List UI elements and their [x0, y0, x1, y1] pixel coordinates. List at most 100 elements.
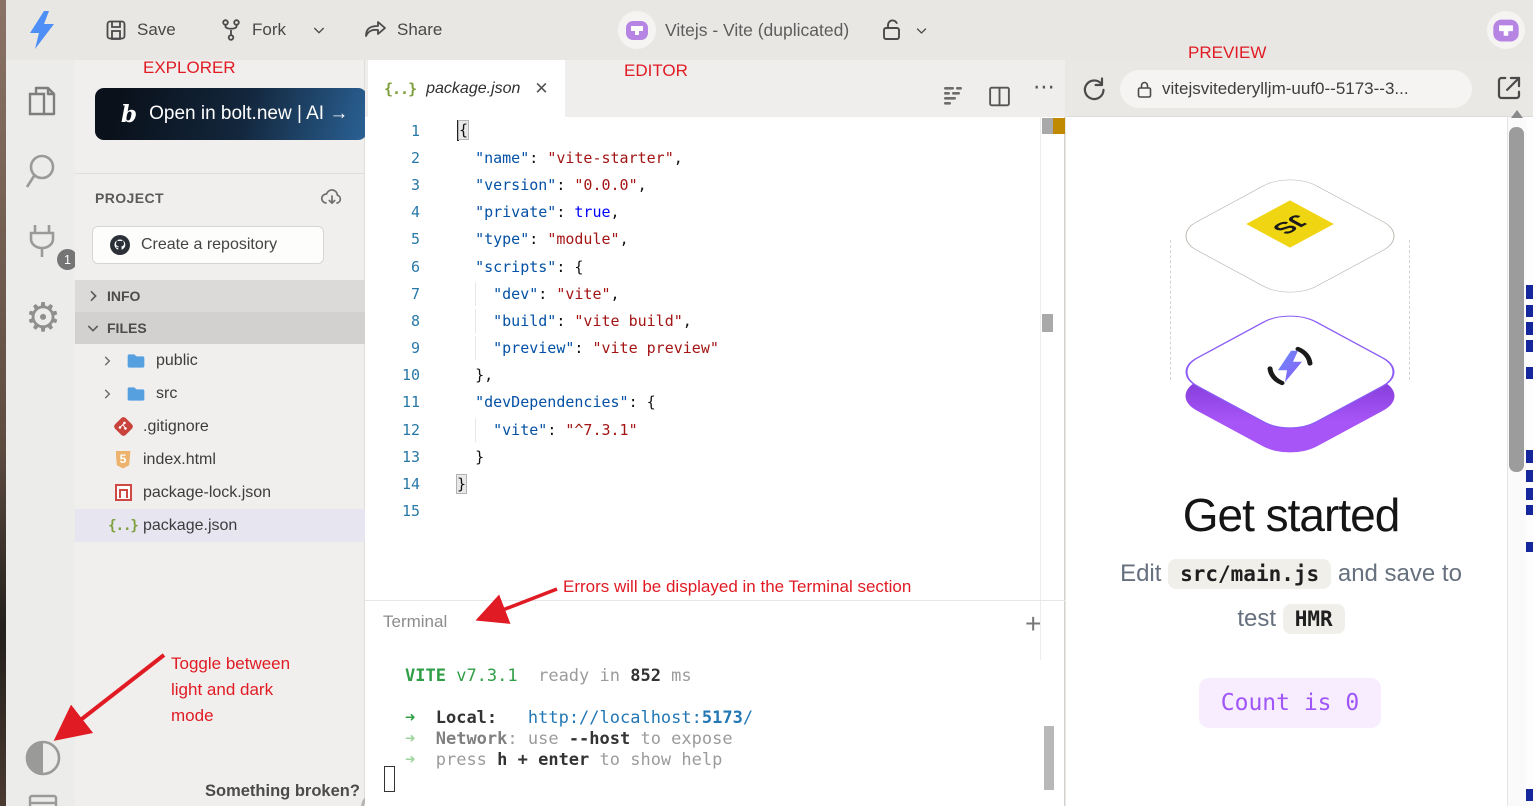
- count-button[interactable]: Count is 0: [1199, 678, 1381, 728]
- terminal-output[interactable]: VITE v7.3.1 ready in 852 ms➜ Local: http…: [405, 666, 753, 771]
- cloud-download-icon[interactable]: [319, 186, 345, 210]
- chevron-right-icon[interactable]: [100, 354, 114, 368]
- scroll-up-arrow-icon[interactable]: [1511, 110, 1523, 118]
- reload-icon[interactable]: [1080, 75, 1108, 103]
- line-number: 12: [365, 421, 420, 439]
- code-line-14[interactable]: 14}: [365, 470, 1041, 497]
- folder-icon: [126, 385, 146, 403]
- tab-package-json[interactable]: {..} package.json ✕: [368, 60, 565, 117]
- file-row-public[interactable]: public: [75, 344, 365, 377]
- code-line-1[interactable]: 1{: [365, 117, 1041, 144]
- close-tab-icon[interactable]: ✕: [534, 79, 548, 99]
- terminal-divider[interactable]: [365, 600, 1065, 601]
- files-section-label: FILES: [107, 320, 147, 336]
- share-icon: [363, 18, 388, 42]
- html-icon: 5: [113, 451, 133, 469]
- line-number: 2: [365, 149, 420, 167]
- file-row-src[interactable]: src: [75, 377, 365, 410]
- project-title-group[interactable]: Vitejs - Vite (duplicated): [618, 12, 929, 48]
- create-repository-label: Create a repository: [141, 236, 277, 254]
- line-number: 8: [365, 312, 420, 330]
- settings-gear-icon[interactable]: ⚙: [21, 296, 65, 340]
- activity-bar: 1 ⚙: [6, 60, 75, 806]
- open-in-bolt-button[interactable]: b Open in bolt.new | AI →: [95, 88, 367, 140]
- file-row-package.json[interactable]: {..} package.json: [75, 509, 365, 542]
- file-name: .gitignore: [143, 418, 209, 436]
- get-started-heading: Get started: [1066, 488, 1516, 542]
- code-line-11[interactable]: 11 "devDependencies": {: [365, 389, 1041, 416]
- something-broken-label: Something broken?: [205, 782, 360, 801]
- more-actions-icon[interactable]: ⋯: [1033, 74, 1057, 100]
- line-number: 11: [365, 393, 420, 411]
- editor-pane: {..} package.json ✕ ⋯ 1{2 "name": "vite-…: [365, 60, 1065, 806]
- line-number: 5: [365, 230, 420, 248]
- section-files[interactable]: FILES: [75, 312, 365, 344]
- create-repository-button[interactable]: Create a repository: [92, 226, 324, 264]
- code-chip-src-main: src/main.js: [1168, 559, 1331, 589]
- code-line-4[interactable]: 4 "private": true,: [365, 199, 1041, 226]
- project-section-label: PROJECT: [95, 190, 164, 206]
- code-line-3[interactable]: 3 "version": "0.0.0",: [365, 171, 1041, 198]
- line-number: 13: [365, 448, 420, 466]
- panel-layout-icon[interactable]: [21, 784, 65, 806]
- divider: [75, 173, 365, 174]
- code-line-5[interactable]: 5 "type": "module",: [365, 226, 1041, 253]
- scrollbar-thumb[interactable]: [1042, 314, 1053, 332]
- terminal-title[interactable]: Terminal: [383, 612, 447, 632]
- scrollbar-thumb[interactable]: [1042, 118, 1053, 134]
- code-line-6[interactable]: 6 "scripts": {: [365, 253, 1041, 280]
- save-button[interactable]: Save: [104, 12, 176, 48]
- plugin-icon[interactable]: 1: [21, 220, 65, 264]
- topbar: Save Fork Share: [6, 0, 1533, 60]
- editor-tab-bar: {..} package.json ✕ ⋯: [365, 60, 1065, 117]
- code-line-2[interactable]: 2 "name": "vite-starter",: [365, 144, 1041, 171]
- split-editor-icon[interactable]: [987, 84, 1012, 109]
- open-in-new-window-icon[interactable]: [1494, 73, 1524, 103]
- line-number: 10: [365, 366, 420, 384]
- user-avatar[interactable]: [1487, 11, 1525, 49]
- code-line-10[interactable]: 10 },: [365, 362, 1041, 389]
- code-line-12[interactable]: 12 "vite": "^7.3.1": [365, 416, 1041, 443]
- files-icon[interactable]: [21, 82, 65, 126]
- terminal-line-3: ➜ Local: http://localhost:5173/: [405, 708, 753, 729]
- preview-url-bar[interactable]: vitejsvitederylljm-uuf0--5173--3...: [1120, 70, 1472, 108]
- project-title: Vitejs - Vite (duplicated): [665, 20, 849, 41]
- preview-scrollbar-thumb[interactable]: [1509, 127, 1524, 472]
- code-line-8[interactable]: 8 "build": "vite build",: [365, 307, 1041, 334]
- folder-icon: [126, 352, 146, 370]
- info-section-label: INFO: [107, 288, 140, 304]
- git-icon: [113, 419, 133, 434]
- terminal-line-4: ➜ Network: use --host to expose: [405, 729, 753, 750]
- code-line-13[interactable]: 13 }: [365, 443, 1041, 470]
- fork-button[interactable]: Fork: [219, 12, 327, 48]
- chevron-right-icon[interactable]: [100, 387, 114, 401]
- code-line-9[interactable]: 9 "preview": "vite preview": [365, 335, 1041, 362]
- prettier-format-icon[interactable]: [941, 84, 965, 108]
- chevron-down-icon[interactable]: [914, 23, 929, 38]
- file-name: package.json: [143, 517, 237, 535]
- lock-open-icon[interactable]: [880, 17, 905, 43]
- terminal-cursor: [384, 766, 395, 792]
- code-line-7[interactable]: 7 "dev": "vite",: [365, 280, 1041, 307]
- tab-title: package.json: [426, 80, 520, 98]
- line-number: 1: [365, 122, 420, 140]
- file-list: publicsrc .gitignore 5index.htmlpackage-lo…: [75, 344, 365, 542]
- section-info[interactable]: INFO: [75, 280, 365, 312]
- share-button[interactable]: Share: [363, 12, 442, 48]
- json-braces-icon: {..}: [384, 80, 416, 98]
- chevron-down-icon[interactable]: [311, 22, 327, 38]
- theme-toggle-icon[interactable]: [21, 736, 65, 780]
- new-terminal-icon[interactable]: +: [1025, 608, 1041, 640]
- terminal-scrollbar-thumb[interactable]: [1044, 726, 1054, 790]
- braces-icon: {..}: [113, 518, 133, 534]
- file-row-index.html[interactable]: 5index.html: [75, 443, 365, 476]
- open-in-bolt-label: Open in bolt.new | AI →: [149, 103, 348, 125]
- file-row-.gitignore[interactable]: .gitignore: [75, 410, 365, 443]
- file-row-package-lock.json[interactable]: package-lock.json: [75, 476, 365, 509]
- line-number: 9: [365, 339, 420, 357]
- annotation-preview: PREVIEW: [1188, 43, 1266, 63]
- stackblitz-logo-icon[interactable]: [28, 11, 56, 49]
- search-icon[interactable]: [21, 150, 65, 194]
- annotation-editor: EDITOR: [624, 61, 688, 81]
- code-line-15[interactable]: 15: [365, 498, 1041, 525]
